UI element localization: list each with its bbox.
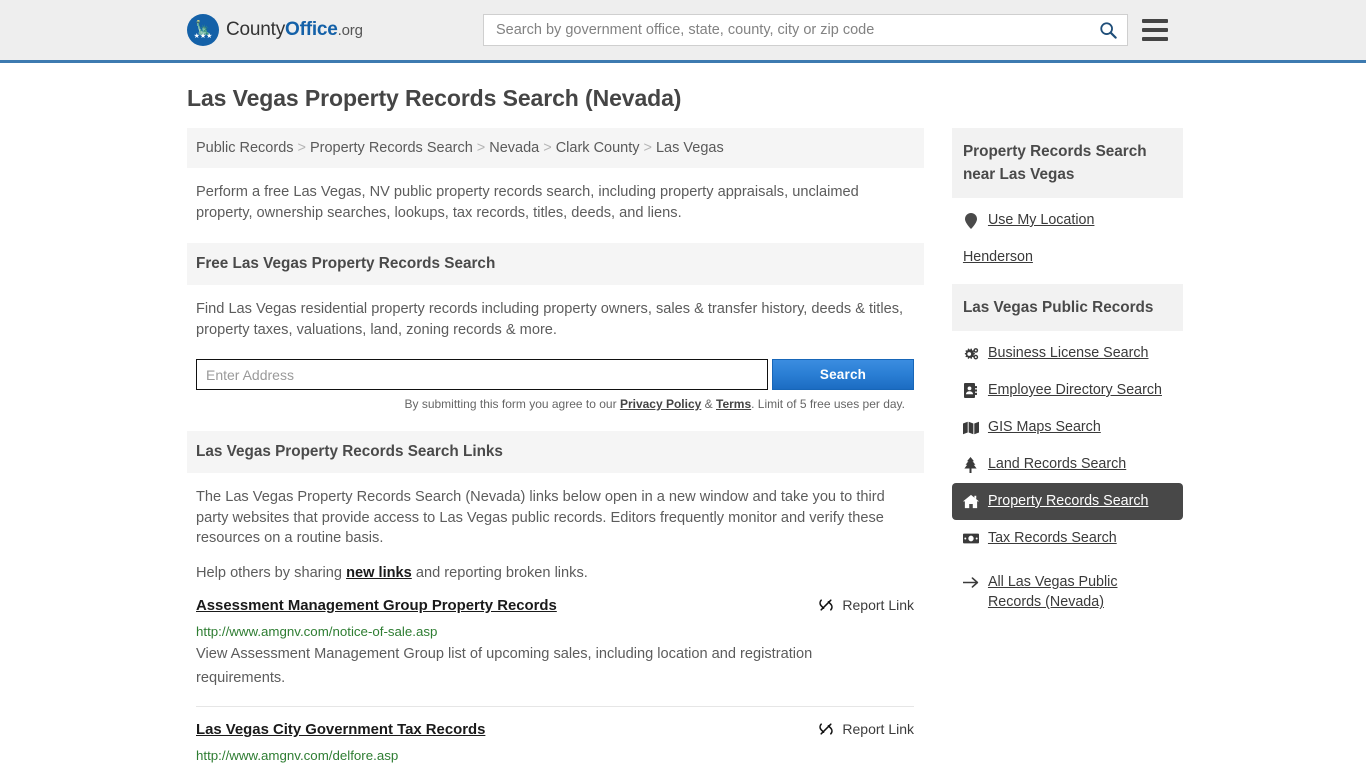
sidebar-item-henderson[interactable]: Henderson <box>952 239 1183 276</box>
breadcrumb-sep: > <box>297 140 306 156</box>
site-header: 🗽 ★★★ CountyOffice.org <box>0 0 1366 63</box>
breadcrumb-sep: > <box>476 140 486 156</box>
links-section-description: The Las Vegas Property Records Search (N… <box>196 489 885 546</box>
main-content: Public Records > Property Records Search > N… <box>187 128 924 768</box>
breadcrumb-item-3[interactable]: Clark County <box>556 140 640 156</box>
link-result-item: Las Vegas City Government Tax Records Re… <box>196 707 914 768</box>
address-search-form: Search <box>196 359 914 390</box>
sidebar-label[interactable]: Henderson <box>963 248 1033 267</box>
search-icon[interactable] <box>1099 21 1117 39</box>
sidebar-label[interactable]: Property Records Search <box>988 492 1149 511</box>
global-search-input[interactable] <box>494 21 1099 39</box>
terms-link[interactable]: Terms <box>716 397 751 411</box>
sidebar-records-list: Business License Search Employee Directo… <box>951 335 1183 621</box>
breadcrumb-sep: > <box>543 140 552 156</box>
address-book-icon <box>963 383 979 399</box>
privacy-policy-link[interactable]: Privacy Policy <box>620 397 701 411</box>
breadcrumb: Public Records > Property Records Search > N… <box>187 128 924 168</box>
sidebar-item-use-my-location[interactable]: Use My Location <box>952 202 1183 239</box>
page-intro-text: Perform a free Las Vegas, NV public prop… <box>196 184 859 221</box>
hamburger-menu-icon[interactable] <box>1142 19 1168 41</box>
page-title: Las Vegas Property Records Search (Nevad… <box>187 85 682 111</box>
link-result-title[interactable]: Assessment Management Group Property Rec… <box>196 597 557 615</box>
link-result-description: View Assessment Management Group list of… <box>196 646 813 686</box>
logo-part2: Office <box>285 19 338 40</box>
link-result-url: http://www.amgnv.com/delfore.asp <box>196 748 399 763</box>
link-result-title[interactable]: Las Vegas City Government Tax Records <box>196 721 485 739</box>
sidebar: Property Records Search near Las Vegas U… <box>951 128 1183 621</box>
disclaimer-amp: & <box>701 397 716 411</box>
eagle-seal-icon: 🗽 ★★★ <box>187 14 219 46</box>
help-share-text: Help others by sharing new links and rep… <box>196 563 908 584</box>
sidebar-label[interactable]: Business License Search <box>988 344 1149 363</box>
broken-link-icon <box>819 599 834 611</box>
sidebar-item-gis-maps-search[interactable]: GIS Maps Search <box>952 409 1183 446</box>
sidebar-label[interactable]: Land Records Search <box>988 455 1126 474</box>
sidebar-item-employee-directory-search[interactable]: Employee Directory Search <box>952 372 1183 409</box>
form-disclaimer: By submitting this form you agree to our… <box>187 397 906 411</box>
tree-icon <box>963 456 979 473</box>
disclaimer-prefix: By submitting this form you agree to our <box>404 397 620 411</box>
search-button[interactable]: Search <box>772 359 914 390</box>
map-pin-icon <box>963 212 979 229</box>
breadcrumb-item-0[interactable]: Public Records <box>196 140 294 156</box>
help-prefix: Help others by sharing <box>196 564 347 581</box>
link-result-item: Assessment Management Group Property Rec… <box>196 583 914 707</box>
home-icon <box>962 494 979 510</box>
help-suffix: and reporting broken links. <box>411 564 588 581</box>
logo-part1: County <box>226 19 286 40</box>
breadcrumb-item-2[interactable]: Nevada <box>489 140 539 156</box>
breadcrumb-item-1[interactable]: Property Records Search <box>310 140 473 156</box>
sidebar-label[interactable]: Tax Records Search <box>988 529 1117 548</box>
free-search-heading: Free Las Vegas Property Records Search <box>187 243 924 285</box>
sidebar-label[interactable]: Use My Location <box>988 211 1094 230</box>
report-link-label: Report Link <box>842 721 914 737</box>
sidebar-label[interactable]: All Las Vegas Public Records (Nevada) <box>988 572 1172 612</box>
disclaimer-suffix: . Limit of 5 free uses per day. <box>751 397 905 411</box>
money-bill-icon <box>962 531 979 547</box>
report-link-button[interactable]: Report Link <box>798 597 914 613</box>
page-container: Las Vegas Property Records Search (Nevad… <box>183 63 1183 768</box>
logo-tld: .org <box>337 22 363 39</box>
logo-text: CountyOffice.org <box>226 19 363 41</box>
report-link-button[interactable]: Report Link <box>798 721 914 737</box>
sidebar-item-land-records-search[interactable]: Land Records Search <box>952 446 1183 483</box>
arrow-right-icon <box>962 574 979 590</box>
new-links-link[interactable]: new links <box>346 565 412 581</box>
breadcrumb-item-4[interactable]: Las Vegas <box>656 140 724 156</box>
sidebar-label[interactable]: GIS Maps Search <box>988 418 1101 437</box>
global-search-box[interactable] <box>483 14 1128 46</box>
sidebar-nearby-list: Use My Location Henderson <box>952 202 1183 276</box>
sidebar-item-property-records-search[interactable]: Property Records Search <box>951 483 1183 520</box>
site-logo[interactable]: 🗽 ★★★ CountyOffice.org <box>187 14 363 46</box>
map-icon <box>962 420 979 436</box>
header-search-zone <box>483 14 1168 46</box>
report-link-label: Report Link <box>842 597 914 613</box>
links-section-heading: Las Vegas Property Records Search Links <box>187 431 924 473</box>
sidebar-item-tax-records-search[interactable]: Tax Records Search <box>952 520 1183 557</box>
sidebar-item-all-public-records[interactable]: All Las Vegas Public Records (Nevada) <box>952 563 1183 621</box>
cogs-icon <box>963 346 979 362</box>
free-search-description: Find Las Vegas residential property reco… <box>196 301 904 338</box>
broken-link-icon <box>819 723 834 735</box>
sidebar-label[interactable]: Employee Directory Search <box>988 381 1162 400</box>
sidebar-near-heading: Property Records Search near Las Vegas <box>951 128 1183 198</box>
sidebar-item-business-license-search[interactable]: Business License Search <box>952 335 1183 372</box>
address-input[interactable] <box>196 359 768 390</box>
sidebar-records-heading: Las Vegas Public Records <box>951 284 1183 331</box>
link-result-url: http://www.amgnv.com/notice-of-sale.asp <box>196 624 438 639</box>
breadcrumb-sep: > <box>643 140 652 156</box>
